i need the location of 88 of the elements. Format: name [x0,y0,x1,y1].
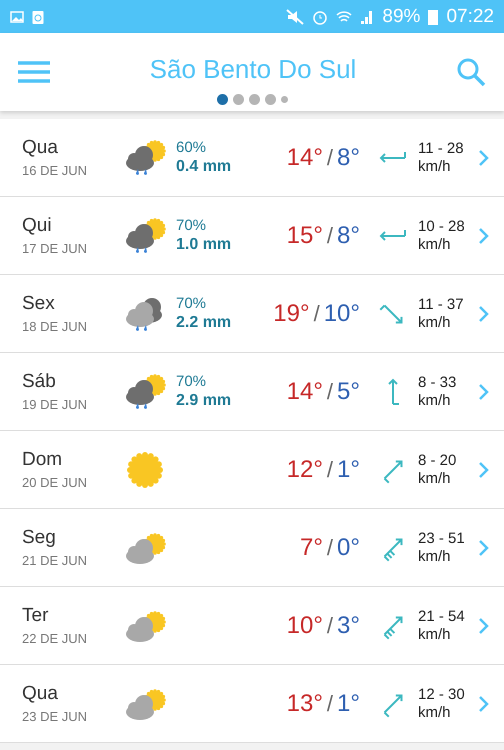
weekday: Seg [22,527,57,549]
wind-speed: 23 - 51 [418,530,466,548]
wind-unit: km/h [418,392,452,410]
weekday: Qua [22,683,59,705]
forecast-row[interactable]: Qua 23 DE JUN 13° / 1° 12 - 30 km/h [0,665,504,743]
slash-separator: / [326,612,334,638]
wifi-icon [336,8,352,24]
rain-chance: 60% [176,139,208,156]
slash-separator: / [326,222,334,248]
wind-unit: km/h [418,548,452,566]
forecast-row[interactable]: Qua 16 DE JUN 60% 0.4 mm 14° / 8° 11 - 28 km/h [0,119,504,197]
wind-speed: 10 - 28 [418,218,466,236]
signal-icon [360,8,374,24]
slash-separator: / [326,378,334,404]
page-indicator-dot[interactable] [248,94,260,105]
wind-unit: km/h [418,158,452,176]
battery-level: 89% [382,6,420,28]
high-temperature: 7° [300,534,323,562]
wind-speed: 8 - 20 [418,452,458,470]
high-temperature: 14° [286,378,323,406]
wind-unit: km/h [418,470,452,488]
rain-amount: 2.9 mm [176,392,232,410]
low-temperature: 0° [337,534,360,562]
wind-speed: 11 - 28 [418,140,465,158]
date: 17 DE JUN [22,241,88,256]
slash-separator: / [326,534,334,560]
low-temperature: 10° [324,300,360,328]
clock: 07:22 [446,6,494,28]
slash-separator: / [326,144,334,170]
page-indicator-dot[interactable] [264,94,276,105]
rain-amount: 1.0 mm [176,236,232,254]
rain-chance: 70% [176,373,208,390]
forecast-row[interactable]: Sex 18 DE JUN 70% 2.2 mm 19° / 10° 11 - 37 km/h [0,275,504,353]
wind-speed: 21 - 54 [418,608,466,626]
forecast-row[interactable]: Ter 22 DE JUN 10° / 3° 21 - 54 km/h [0,587,504,665]
low-temperature: 3° [337,612,360,640]
date: 22 DE JUN [22,631,88,646]
slash-separator: / [326,456,334,482]
low-temperature: 1° [337,456,360,484]
date: 16 DE JUN [22,163,88,178]
low-temperature: 8° [337,144,360,172]
weekday: Ter [22,605,50,627]
wind-unit: km/h [418,626,452,644]
high-temperature: 15° [286,222,323,250]
high-temperature: 13° [286,690,323,718]
alarm-icon [312,8,328,24]
menu-button[interactable] [18,61,50,83]
forecast-row[interactable]: Sáb 19 DE JUN 70% 2.9 mm 14° / 5° 8 - 33 km/h [0,353,504,431]
search-button[interactable] [456,57,486,87]
high-temperature: 10° [286,612,323,640]
low-temperature: 1° [337,690,360,718]
rain-chance: 70% [176,217,208,234]
low-temperature: 5° [337,378,360,406]
slash-separator: / [326,690,334,716]
date: 20 DE JUN [22,475,88,490]
battery-icon [428,8,438,24]
image-icon [10,10,24,22]
wind-unit: km/h [418,236,452,254]
rain-chance: 70% [176,295,208,312]
weekday: Sex [22,293,56,315]
high-temperature: 12° [286,456,323,484]
weekday: Qui [22,215,53,237]
low-temperature: 8° [337,222,360,250]
wind-unit: km/h [418,704,452,722]
city-title: São Bento Do Sul [148,54,358,84]
wind-speed: 11 - 37 [418,296,465,314]
page-indicator-dot[interactable] [280,96,288,103]
date: 19 DE JUN [22,397,88,412]
rain-amount: 0.4 mm [176,158,232,176]
rain-amount: 2.2 mm [176,314,232,332]
date: 18 DE JUN [22,319,88,334]
wind-unit: km/h [418,314,452,332]
mute-icon [286,8,304,24]
date: 23 DE JUN [22,709,88,724]
forecast-row[interactable]: Qui 17 DE JUN 70% 1.0 mm 15° / 8° 10 - 28 km/h [0,197,504,275]
date: 21 DE JUN [22,553,88,568]
page-indicator-dot[interactable] [216,94,228,105]
high-temperature: 14° [286,144,323,172]
weekday: Sáb [22,371,57,393]
forecast-row[interactable]: Dom 20 DE JUN 12° / 1° 8 - 20 km/h [0,431,504,509]
forecast-row[interactable]: Seg 21 DE JUN 7° / 0° 23 - 51 km/h [0,509,504,587]
wind-speed: 8 - 33 [418,374,458,392]
wind-speed: 12 - 30 [418,686,466,704]
high-temperature: 19° [273,300,310,328]
weekday: Dom [22,449,64,471]
weekday: Qua [22,137,59,159]
slash-separator: / [314,300,320,326]
page-indicator-dot[interactable] [232,94,244,105]
